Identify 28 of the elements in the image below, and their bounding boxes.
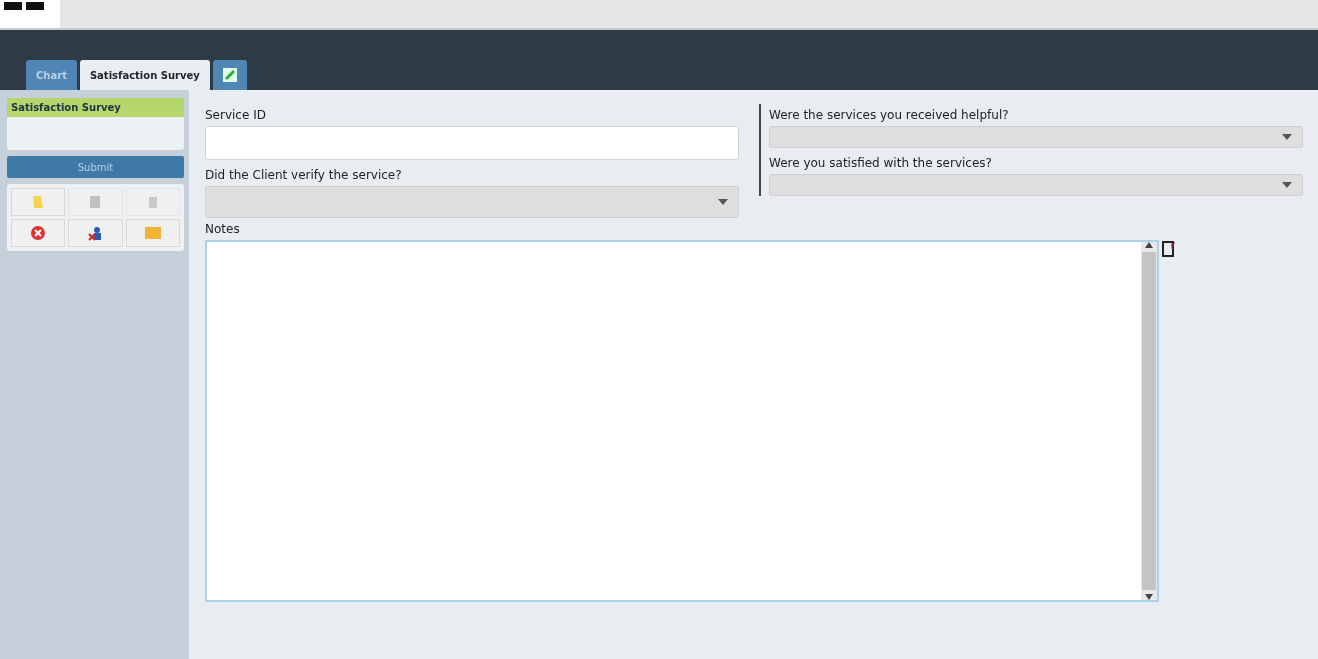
scroll-up-icon[interactable]: [1145, 242, 1153, 248]
dropdown-caret-icon: [1282, 182, 1292, 188]
dropdown-caret-icon: [1282, 134, 1292, 140]
new-tab-button[interactable]: [212, 60, 247, 90]
dropdown-field[interactable]: [769, 126, 1303, 148]
tab[interactable]: Satisfaction Survey: [79, 60, 210, 90]
cancel-icon: [30, 225, 47, 241]
printer-icon: [88, 194, 103, 210]
text-field[interactable]: [205, 126, 739, 160]
notes-field[interactable]: [205, 240, 1159, 602]
field-label: Notes: [205, 222, 241, 236]
scroll-down-icon[interactable]: [1145, 594, 1153, 600]
dropdown-field[interactable]: [205, 186, 739, 218]
people-icon: [87, 225, 104, 241]
field-label: Were you satisfied with the services?: [769, 156, 993, 170]
tool-button[interactable]: [11, 219, 66, 247]
field-label: Service ID: [205, 108, 267, 122]
edit-icon[interactable]: [1161, 240, 1177, 258]
dropdown-caret-icon: [718, 199, 728, 205]
field-label: Did the Client verify the service?: [205, 168, 403, 182]
note-icon: [31, 194, 46, 210]
sidebar-item[interactable]: Satisfaction Survey: [7, 98, 184, 117]
trash-icon: [146, 195, 159, 209]
edit-icon: [222, 68, 237, 82]
dropdown-field[interactable]: [769, 174, 1303, 196]
scrollbar[interactable]: [1141, 242, 1157, 600]
field-label: Were the services you received helpful?: [769, 108, 1010, 122]
tool-button[interactable]: [68, 219, 123, 247]
